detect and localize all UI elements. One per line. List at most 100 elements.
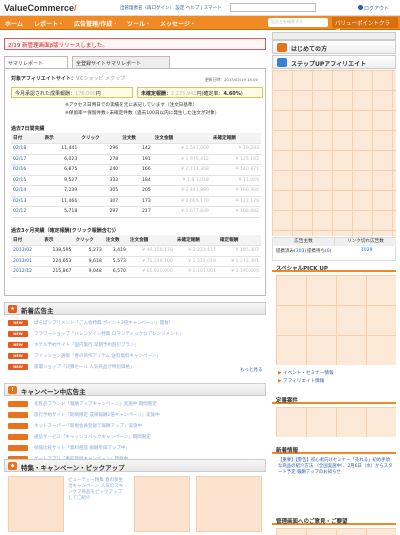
logout-link[interactable]: ログアウト xyxy=(358,5,389,12)
table-cell: 6,875 xyxy=(42,164,80,176)
row-date-link[interactable]: 02/15 xyxy=(11,175,43,186)
note-1: ※アクセス日時日での実績を元に表記しています（注文日基準） xyxy=(65,103,198,108)
list-item-link[interactable]: 通信サービス「キャッシュバックキャンペーン」期間限定 xyxy=(34,434,151,440)
table-cell: 278 xyxy=(79,154,121,165)
table-cell: 142 xyxy=(120,143,153,155)
list-item-link[interactable]: 保険比較サイト「無料相談 報酬単価アップ中」 xyxy=(34,445,130,451)
list-item-link[interactable]: ネットスーパー「新規会員登録で報酬アップ」実施中 xyxy=(34,423,142,429)
list-item[interactable]: NEW フラワーショップ「バレンタイン特集 ロマンティックなアレンジメント」 xyxy=(8,330,263,339)
advertiser-search-input[interactable]: 広告主を検索する xyxy=(268,18,328,27)
list-item[interactable]: 化粧品ブランド「報酬アップキャンペーン」実施中 期間限定 xyxy=(8,400,263,409)
row-date-link[interactable]: 2013/02 xyxy=(11,245,43,257)
notice-banner[interactable]: 2/19 新管理画面β版リリースしました。 xyxy=(4,38,266,50)
unconfirmed-reward-box: 未確定報酬：2,275,941円(確定率：4.60%) xyxy=(137,87,263,98)
tab-all-sites-summary[interactable]: 全登録サイトサマリレポート xyxy=(72,56,170,68)
list-item-link[interactable]: ホテル予約サイト「国内旅行 早期予約割引プラン」 xyxy=(34,342,139,348)
nav-tools[interactable]: ツール・ xyxy=(127,19,151,28)
table-cell: ¥ 195,307 xyxy=(217,245,261,257)
table-cell: 3,419 xyxy=(103,245,128,257)
adv-count-header: 広告主数 xyxy=(273,238,335,246)
nav-messages[interactable]: メッセージ・ xyxy=(160,19,196,28)
unconfirmed-reward-value: 2,275,941 xyxy=(171,91,197,97)
feature-banner-3[interactable] xyxy=(196,476,262,532)
affiliated-value[interactable]: 303 xyxy=(296,249,305,254)
row-date-link[interactable]: 02/18 xyxy=(11,143,43,155)
row-date-link[interactable]: 02/16 xyxy=(11,164,43,176)
table-cell: ¥ 1,8 3,018 xyxy=(152,175,211,186)
list-item-link[interactable]: ファッション通販「春の新作アイテム 送料無料キャンペーン」 xyxy=(34,353,161,359)
table-cell: ¥ 3,190,000 xyxy=(217,266,261,278)
list-item[interactable]: 通信サービス「キャッシュバックキャンペーン」期間限定 xyxy=(8,433,263,442)
approved-reward-label: 今月承認された成果報酬： xyxy=(15,91,76,97)
broken-link-count[interactable]: 1029 xyxy=(361,248,372,253)
table-cell: 6,570 xyxy=(103,266,128,278)
row-date-link[interactable]: 02/13 xyxy=(11,196,43,207)
row-date-link[interactable]: 02/12 xyxy=(11,206,43,218)
step-icon xyxy=(277,58,287,67)
tab-summary-report[interactable]: サマリレポート xyxy=(4,56,68,68)
row-date-link[interactable]: 2013/01 xyxy=(11,256,43,267)
nav-home[interactable]: ホーム xyxy=(5,19,23,28)
table-cell: 184 xyxy=(120,175,153,186)
beginners-label: はじめての方 xyxy=(291,46,328,53)
list-item[interactable]: NEW 家電ショップ「決算セール 人気商品が特別価格」 xyxy=(8,363,263,372)
new-badge: NEW xyxy=(8,353,28,359)
feedback-banner[interactable] xyxy=(276,528,396,535)
affiliate-info-label: アフィリエイト情報 xyxy=(283,379,325,384)
list-item[interactable]: 保険比較サイト「無料相談 報酬単価アップ中」 xyxy=(8,444,263,453)
pending-label: 提携待ち xyxy=(307,249,325,254)
col-clicks: クリック xyxy=(73,235,104,246)
value-point-club-button[interactable]: バリューポイントクラブ xyxy=(332,17,398,35)
row-date-link[interactable]: 02/17 xyxy=(11,154,43,165)
table-row: 2013/02 138,595 5,273 3,419 ¥ 40,158,178 ¥ 2,… xyxy=(11,245,261,257)
pending-value[interactable]: 0 xyxy=(327,249,330,254)
list-item[interactable]: ネットスーパー「新規会員登録で報酬アップ」実施中 xyxy=(8,422,263,431)
affiliate-info-link[interactable]: ▶ アフィリエイト情報 xyxy=(278,378,324,384)
header-search-input[interactable] xyxy=(230,3,316,12)
table-cell: ¥ 2,065,170 xyxy=(152,196,211,207)
stepup-button[interactable]: ステップUPアフィリエイト xyxy=(272,55,396,69)
feature-banner-1[interactable] xyxy=(8,476,64,532)
col-confirmed: 確定報酬 xyxy=(217,235,261,246)
campaign-advertisers-header: ! キャンペーン中広告主 xyxy=(4,383,266,396)
row-date-link[interactable]: 2012/12 xyxy=(11,266,43,278)
col-date: 日付 xyxy=(11,133,43,144)
table-cell: ¥ 40,158,178 xyxy=(127,245,175,257)
feature-banner-2[interactable] xyxy=(134,476,190,532)
list-item-link[interactable]: 旅行予約サイト「期間限定 成果報酬2倍キャンペーン」実施中 xyxy=(34,412,160,418)
list-item[interactable]: NEW ぱらぽシプリメント「ご入会特典 ポイント3倍キャンペーン」開催！ xyxy=(8,319,263,328)
target-site-value: VCショッピ メクッブ xyxy=(75,76,126,82)
nav-report[interactable]: レポート・ xyxy=(34,19,64,28)
list-item[interactable]: 旅行予約サイト「期間限定 成果報酬2倍キャンペーン」実施中 xyxy=(8,411,263,420)
table-cell: 9,048 xyxy=(73,266,104,278)
stepup-banner-area[interactable] xyxy=(272,70,396,236)
target-site-label: 対象アフィリエイトサイト：VCショッピ メクッブ xyxy=(11,76,126,82)
campaign-badge xyxy=(8,445,28,451)
beginners-button[interactable]: はじめての方 xyxy=(272,40,396,54)
bag-icon: ◆ xyxy=(8,462,17,470)
list-item-link[interactable]: ぱらぽシプリメント「ご入会特典 ポイント3倍キャンペーン」開催！ xyxy=(34,320,173,326)
logo-text: ValueCommerce xyxy=(4,3,75,13)
more-link[interactable]: もっと見る xyxy=(240,367,263,373)
table-row: 02/14 7,239 305 205 ¥ 2,441,880 ¥ 166,300 xyxy=(11,185,261,197)
advertiser-stats: 広告主数 リンク切れ広告数 提携済み(303) 提携待ち(0) 1029 xyxy=(272,237,396,261)
news-item[interactable]: 【重要】【警告】初心者向けセミナー「売れる」初め手頃な商品の紹介方法 （全国実施… xyxy=(278,458,394,476)
table-row: 2012/12 215,867 9,048 6,570 ¥ 65,920,000 ¥ 2,… xyxy=(11,266,261,278)
row-date-link[interactable]: 02/14 xyxy=(11,185,43,197)
list-item-link[interactable]: 家電ショップ「決算セール 人気商品が特別価格」 xyxy=(34,364,134,370)
table-row: 02/12 5,718 297 217 ¥ 1,677,839 ¥ 108,882 xyxy=(11,206,261,218)
header-links[interactable]: 出管理者名（再ログイン） 設定 ヘルプ | スマート xyxy=(120,5,222,11)
summary-panel: 対象アフィリエイトサイト：VCショッピ メクッブ 更新日時：2013/02/19… xyxy=(4,68,266,296)
feature-text-1[interactable]: ビューティー特集 春の新生活キャンペーン 人気のスキンケア商品をピックアップして… xyxy=(68,478,124,502)
regular-banners[interactable] xyxy=(276,407,396,437)
list-item[interactable]: NEW ファッション通販「春の新作アイテム 送料無料キャンペーン」 xyxy=(8,352,263,361)
feedback-header[interactable]: 管理画面へのご意見・ご要望 xyxy=(272,515,396,525)
event-link[interactable]: ▶ イベント・セミナー情報 xyxy=(278,370,334,376)
list-item-link[interactable]: 化粧品ブランド「報酬アップキャンペーン」実施中 期間限定 xyxy=(34,401,157,407)
campaign-badge xyxy=(8,401,28,407)
nav-ad-manage[interactable]: 広告管理/作成・ xyxy=(74,19,118,28)
valuecommerce-logo[interactable]: ValueCommerce/ xyxy=(4,3,77,13)
list-item-link[interactable]: フラワーショップ「バレンタイン特集 ロマンティックなアレンジメント」 xyxy=(34,331,184,337)
special-pickup-banners[interactable] xyxy=(276,275,396,365)
list-item[interactable]: NEW ホテル予約サイト「国内旅行 早期予約割引プラン」 xyxy=(8,341,263,350)
